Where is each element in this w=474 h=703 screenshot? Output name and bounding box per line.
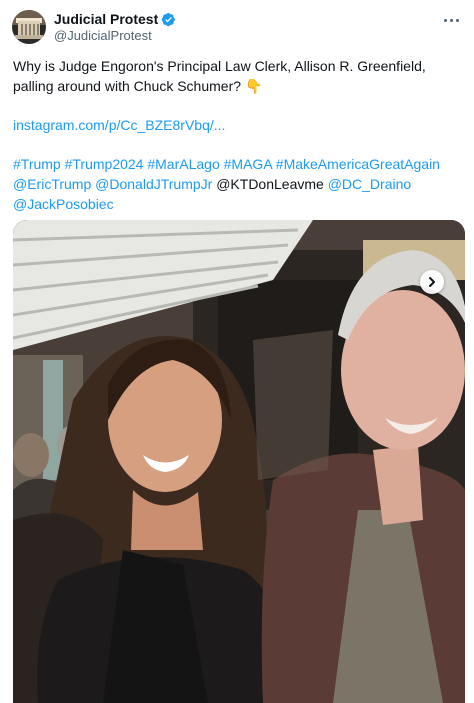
post-photo[interactable] xyxy=(13,220,465,703)
chevron-right-icon[interactable] xyxy=(420,270,444,294)
display-name[interactable]: Judicial Protest xyxy=(54,11,158,27)
post-body-text: Why is Judge Engoron's Principal Law Cle… xyxy=(13,58,426,94)
hashtag-trump[interactable]: #Trump xyxy=(13,156,61,172)
post-text: Why is Judge Engoron's Principal Law Cle… xyxy=(13,56,465,214)
instagram-link[interactable]: instagram.com/p/Cc_BZE8rVbq/... xyxy=(13,117,225,133)
pointing-down-emoji: 👇 xyxy=(245,78,263,94)
avatar[interactable] xyxy=(12,10,46,44)
hashtag-makeamericagreatagain[interactable]: #MakeAmericaGreatAgain xyxy=(276,156,440,172)
mention-line-2: @JackPosobiec xyxy=(13,194,465,214)
mention-erictrump[interactable]: @EricTrump xyxy=(13,176,91,192)
post-header: Judicial Protest @JudicialProtest xyxy=(12,10,176,44)
hashtag-maga[interactable]: #MAGA xyxy=(224,156,272,172)
hashtag-maralago[interactable]: #MarALago xyxy=(147,156,219,172)
author-names: Judicial Protest @JudicialProtest xyxy=(54,11,176,43)
post-body: Why is Judge Engoron's Principal Law Cle… xyxy=(13,56,465,96)
hashtag-trump2024[interactable]: #Trump2024 xyxy=(65,156,144,172)
mention-dc-draino[interactable]: @DC_Draino xyxy=(328,176,411,192)
mention-donaldjtrumpjr[interactable]: @DonaldJTrumpJr xyxy=(95,176,212,192)
mention-line: @EricTrump @DonaldJTrumpJr @KTDonLeavme … xyxy=(13,174,465,194)
more-options-icon[interactable] xyxy=(438,10,464,30)
handle[interactable]: @JudicialProtest xyxy=(54,28,176,43)
mention-jackposobiec[interactable]: @JackPosobiec xyxy=(13,196,114,212)
photo-scene xyxy=(13,220,465,703)
hashtag-line: #Trump #Trump2024 #MarALago #MAGA #MakeA… xyxy=(13,154,465,174)
chevron-right-glyph xyxy=(429,277,435,287)
verified-badge-icon xyxy=(161,12,176,26)
plain-text-ktdonleavme: @KTDonLeavme xyxy=(216,176,324,192)
